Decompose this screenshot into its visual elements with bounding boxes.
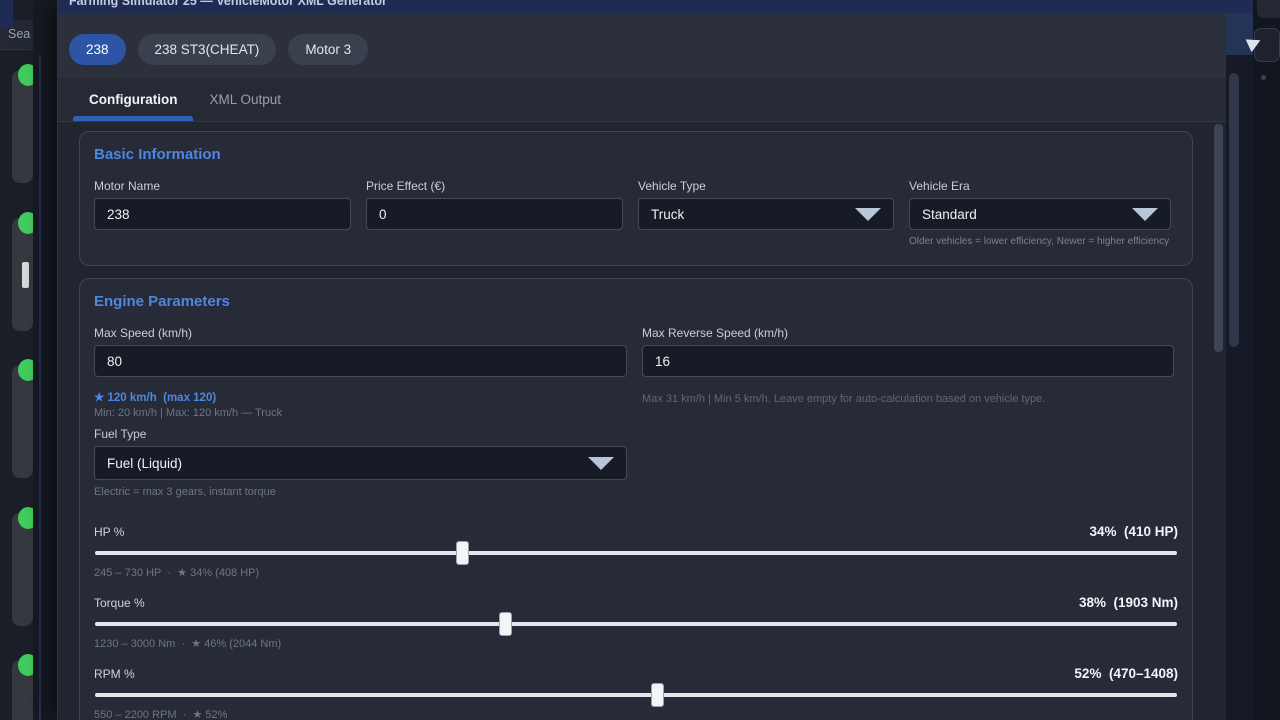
vehicle-era-value: Standard [922, 207, 977, 222]
hp-slider-track[interactable] [95, 551, 1177, 555]
motor-tab-238-st3-cheat[interactable]: 238 ST3(CHEAT) [138, 34, 277, 65]
hp-slider-thumb[interactable] [456, 541, 469, 565]
window-title: Farming Simulator 25 — VehicleMotor XML … [69, 0, 387, 8]
rpm-slider-label: RPM % [94, 667, 135, 681]
hp-slider-row: HP % 34% (410 HP) 245 – 730 HP · ★ 34% (… [94, 524, 1178, 579]
chevron-down-icon [855, 208, 881, 221]
screen: Sea Farming Simulator 25 — VehicleMotor … [0, 0, 1280, 720]
torque-slider-row: Torque % 38% (1903 Nm) 1230 – 3000 Nm · … [94, 595, 1178, 650]
hp-slider[interactable] [94, 541, 1178, 565]
rpm-slider-row: RPM % 52% (470–1408) 550 – 2200 RPM · ★ … [94, 666, 1178, 720]
max-reverse-speed-label: Max Reverse Speed (km/h) [642, 326, 1174, 340]
max-speed-field-group: Max Speed (km/h) ★ 120 km/h (max 120) Mi… [94, 326, 627, 498]
chevron-down-icon [588, 457, 614, 470]
fuel-type-select[interactable]: Fuel (Liquid) [94, 446, 627, 480]
background-corner-accent [0, 0, 13, 28]
vehiclemotor-generator-window: Farming Simulator 25 — VehicleMotor XML … [57, 0, 1253, 720]
bottle-icon [22, 262, 29, 288]
tab-xml-output[interactable]: XML Output [193, 78, 297, 121]
tab-configuration[interactable]: Configuration [73, 78, 193, 121]
price-effect-label: Price Effect (€) [366, 179, 623, 193]
hp-slider-hint: 245 – 730 HP · ★ 34% (408 HP) [94, 566, 1178, 579]
max-reverse-speed-hint: Max 31 km/h | Min 5 km/h. Leave empty fo… [642, 393, 1174, 405]
torque-slider-track[interactable] [95, 622, 1177, 626]
tab-xml-output-label: XML Output [209, 92, 281, 107]
basic-information-title: Basic Information [94, 146, 1178, 163]
fuel-type-label: Fuel Type [94, 427, 627, 441]
window-shadow [33, 0, 57, 720]
basic-information-card: Basic Information Motor Name Price Effec… [79, 131, 1193, 266]
background-divider [39, 55, 41, 720]
vehicle-type-field-group: Vehicle Type Truck [638, 179, 894, 247]
max-reverse-speed-field-group: Max Reverse Speed (km/h) Max 31 km/h | M… [642, 326, 1174, 498]
background-left-panel: Sea [0, 0, 57, 720]
price-effect-field-group: Price Effect (€) [366, 179, 623, 247]
active-tab-underline [73, 116, 193, 121]
vehicle-era-select[interactable]: Standard [909, 198, 1171, 230]
list-item[interactable] [12, 513, 33, 626]
motor-name-field-group: Motor Name [94, 179, 351, 247]
vehicle-type-label: Vehicle Type [638, 179, 894, 193]
torque-slider-thumb[interactable] [499, 612, 512, 636]
fuel-type-hint: Electric = max 3 gears, instant torque [94, 486, 627, 498]
engine-sliders: HP % 34% (410 HP) 245 – 730 HP · ★ 34% (… [94, 524, 1178, 720]
vehicle-era-label: Vehicle Era [909, 179, 1171, 193]
configuration-panel: Basic Information Motor Name Price Effec… [58, 122, 1226, 720]
torque-slider-hint: 1230 – 3000 Nm · ★ 46% (2044 Nm) [94, 637, 1178, 650]
torque-slider-value: 38% (1903 Nm) [1079, 595, 1178, 610]
scroll-dot-icon [1261, 75, 1266, 80]
chevron-down-icon [1132, 208, 1158, 221]
max-speed-range-hint: Min: 20 km/h | Max: 120 km/h — Truck [94, 407, 627, 419]
rpm-slider-thumb[interactable] [651, 683, 664, 707]
engine-parameters-title: Engine Parameters [94, 293, 1178, 310]
window-scrollbar-top-accent [1226, 13, 1253, 55]
motor-tab-238[interactable]: 238 [69, 34, 126, 65]
window-scrollbar-thumb[interactable] [1229, 73, 1239, 347]
content-scrollbar-thumb[interactable] [1214, 124, 1223, 352]
vehicle-type-select[interactable]: Truck [638, 198, 894, 230]
max-reverse-speed-input[interactable] [642, 345, 1174, 377]
rpm-slider-track[interactable] [95, 693, 1177, 697]
vehicle-era-field-group: Vehicle Era Standard Older vehicles = lo… [909, 179, 1171, 247]
motor-name-input[interactable] [94, 198, 351, 230]
list-item[interactable] [12, 365, 33, 478]
hp-slider-value: 34% (410 HP) [1089, 524, 1178, 539]
motor-tab-motor-3[interactable]: Motor 3 [288, 34, 368, 65]
engine-parameters-card: Engine Parameters Max Speed (km/h) ★ 120… [79, 278, 1193, 720]
vehicle-type-value: Truck [651, 207, 684, 222]
tab-configuration-label: Configuration [89, 92, 177, 107]
background-partial-button[interactable] [1257, 0, 1280, 18]
fuel-type-value: Fuel (Liquid) [107, 456, 182, 471]
rpm-slider-hint: 550 – 2200 RPM · ★ 52% [94, 708, 1178, 720]
max-speed-input[interactable] [94, 345, 627, 377]
torque-slider-label: Torque % [94, 596, 145, 610]
rpm-slider[interactable] [94, 683, 1178, 707]
window-titlebar[interactable]: Farming Simulator 25 — VehicleMotor XML … [58, 0, 1254, 13]
motor-name-label: Motor Name [94, 179, 351, 193]
view-tab-bar: Configuration XML Output [58, 78, 1226, 122]
send-button[interactable] [1254, 28, 1280, 62]
hp-slider-label: HP % [94, 525, 124, 539]
vehicle-era-hint: Older vehicles = lower efficiency, Newer… [909, 236, 1171, 247]
max-speed-star-hint: ★ 120 km/h (max 120) [94, 390, 627, 404]
background-right-panel [1253, 0, 1280, 720]
motor-tab-bar: 238 238 ST3(CHEAT) Motor 3 [58, 13, 1226, 78]
rpm-slider-value: 52% (470–1408) [1074, 666, 1178, 681]
max-speed-label: Max Speed (km/h) [94, 326, 627, 340]
background-search-label: Sea [8, 27, 30, 41]
list-item[interactable] [12, 70, 33, 183]
window-scrollbar[interactable] [1226, 13, 1253, 720]
price-effect-input[interactable] [366, 198, 623, 230]
torque-slider[interactable] [94, 612, 1178, 636]
